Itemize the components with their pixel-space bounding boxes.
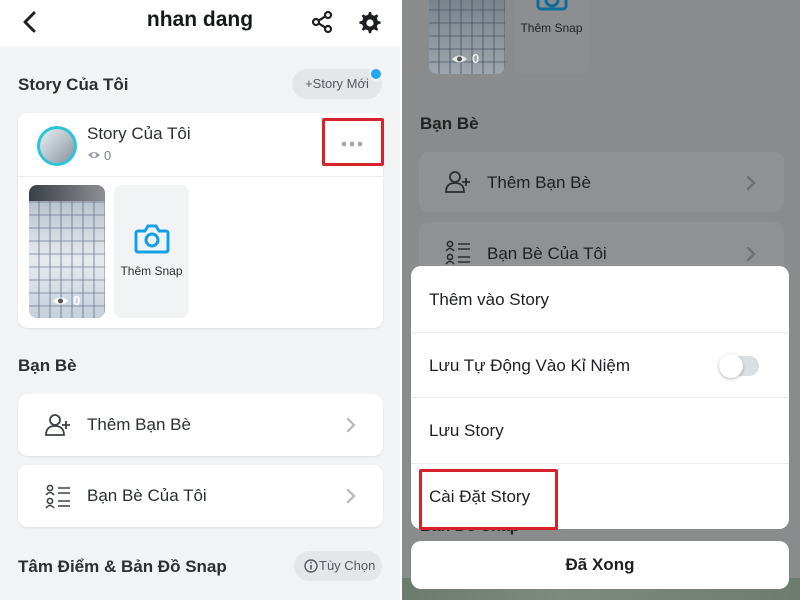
- options-button[interactable]: Tùy Chọn: [294, 551, 382, 581]
- sheet-separator: [411, 463, 789, 464]
- chevron-right-icon: [746, 175, 756, 191]
- info-icon: [304, 559, 318, 573]
- story-view-count: 0: [104, 148, 112, 163]
- chevron-right-icon: [346, 488, 356, 504]
- add-friends-label: Thêm Bạn Bè: [487, 173, 591, 192]
- chevron-right-icon: [346, 417, 356, 433]
- save-story-option[interactable]: Lưu Story: [429, 421, 504, 441]
- done-button[interactable]: Đã Xong: [411, 541, 789, 589]
- friends-section-title: Bạn Bè: [18, 356, 77, 375]
- my-friends-label: Bạn Bè Của Tôi: [87, 486, 207, 505]
- friends-list-icon: [45, 484, 71, 510]
- notification-dot: [369, 67, 383, 81]
- auto-save-toggle-knob[interactable]: [719, 354, 743, 378]
- story-name[interactable]: Story Của Tôi: [87, 124, 191, 144]
- spotlight-section-title: Tâm Điểm & Bản Đồ Snap: [18, 557, 227, 576]
- add-friends-row: [419, 152, 784, 212]
- sheet-separator: [411, 397, 789, 398]
- eye-icon: [87, 150, 101, 160]
- add-snap-label: Thêm Snap: [120, 264, 183, 278]
- card-divider: [18, 176, 383, 177]
- avatar[interactable]: [37, 126, 77, 166]
- auto-save-memories-option[interactable]: Lưu Tự Động Vào Kỉ Niệm: [429, 356, 630, 376]
- my-friends-label: Bạn Bè Của Tôi: [487, 244, 607, 263]
- more-horizontal-icon[interactable]: [341, 141, 363, 147]
- chevron-right-icon: [746, 246, 756, 262]
- gear-icon[interactable]: [356, 9, 382, 35]
- add-friends-label: Thêm Bạn Bè: [87, 415, 191, 434]
- share-icon[interactable]: [310, 10, 334, 34]
- friends-section-title: Bạn Bè: [420, 114, 479, 133]
- snap-view-count: 0: [472, 51, 480, 66]
- sheet-separator: [411, 332, 789, 333]
- eye-icon: [52, 295, 69, 307]
- add-friend-icon: [45, 413, 71, 437]
- friends-list-icon: [445, 240, 471, 266]
- highlight-box-story-settings: [419, 469, 558, 530]
- camera-icon: [535, 0, 569, 12]
- add-to-story-option[interactable]: Thêm vào Story: [429, 290, 549, 310]
- add-friends-row[interactable]: [18, 394, 383, 456]
- my-story-section-title: Story Của Tôi: [18, 75, 129, 94]
- eye-icon: [451, 53, 468, 65]
- avatar-image: [40, 129, 74, 163]
- add-friend-icon: [445, 170, 471, 194]
- story-screen: nhan dang Story Của Tôi +Story Mới Story…: [0, 0, 400, 600]
- page-title: nhan dang: [146, 8, 254, 31]
- camera-icon: [134, 222, 170, 254]
- options-label: Tùy Chọn: [319, 558, 376, 573]
- add-snap-label: Thêm Snap: [520, 21, 583, 35]
- snap-view-count: 0: [73, 293, 81, 308]
